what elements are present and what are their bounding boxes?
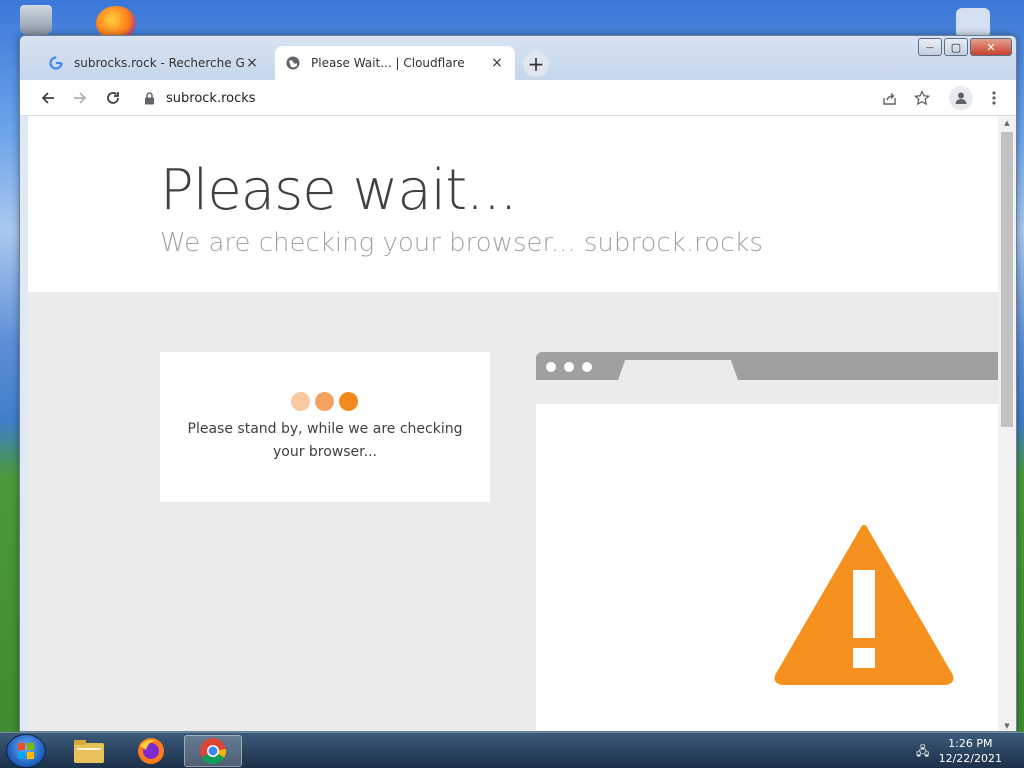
taskbar: 🖧 1:26 PM 12/22/2021 xyxy=(0,732,1024,768)
profile-button[interactable] xyxy=(949,86,973,110)
close-window-button[interactable]: ✕ xyxy=(970,38,1012,56)
tab-strip: subrocks.rock - Recherche Googl × Please… xyxy=(20,36,1016,80)
more-vertical-icon xyxy=(992,91,996,105)
loading-dot xyxy=(315,392,334,411)
back-button[interactable] xyxy=(36,86,60,110)
clock-time: 1:26 PM xyxy=(948,737,993,750)
forward-button[interactable] xyxy=(68,86,92,110)
vertical-scrollbar[interactable]: ▲ ▼ xyxy=(998,116,1016,731)
share-button[interactable] xyxy=(877,86,901,110)
scroll-down-arrow[interactable]: ▼ xyxy=(1001,722,1013,731)
illustration-dot xyxy=(564,362,574,372)
tab-title: subrocks.rock - Recherche Googl xyxy=(74,56,244,70)
clock[interactable]: 1:26 PM 12/22/2021 xyxy=(939,736,1002,766)
page-subtitle: We are checking your browser... subrock.… xyxy=(160,228,763,258)
page-body: Please stand by, while we are checking y… xyxy=(28,292,998,731)
taskbar-file-explorer[interactable] xyxy=(60,735,118,767)
taskbar-firefox[interactable] xyxy=(122,735,180,767)
browser-toolbar: subrock.rocks xyxy=(20,80,1016,116)
taskbar-chrome[interactable] xyxy=(184,735,242,767)
menu-button[interactable] xyxy=(982,86,1006,110)
browser-window: subrocks.rock - Recherche Googl × Please… xyxy=(19,35,1017,732)
globe-icon xyxy=(285,55,301,71)
recycle-bin-icon[interactable] xyxy=(20,5,52,35)
loading-dot xyxy=(339,392,358,411)
loading-dot xyxy=(291,392,310,411)
person-icon xyxy=(955,92,967,104)
tab-title: Please Wait... | Cloudflare xyxy=(311,56,465,70)
minimize-button[interactable]: — xyxy=(918,38,942,56)
arrow-left-icon xyxy=(41,92,54,104)
share-icon xyxy=(882,92,896,105)
start-button[interactable] xyxy=(6,734,46,768)
scroll-up-arrow[interactable]: ▲ xyxy=(1001,119,1013,129)
illustration-tab xyxy=(618,360,738,380)
file-explorer-icon xyxy=(74,740,104,763)
arrow-right-icon xyxy=(74,92,87,104)
illustration-titlebar xyxy=(536,352,998,380)
star-icon xyxy=(914,90,930,106)
page-header: Please wait... We are checking your brow… xyxy=(28,116,998,292)
close-tab-button[interactable]: × xyxy=(489,55,505,71)
url-text: subrock.rocks xyxy=(166,90,256,106)
browser-illustration xyxy=(536,352,998,731)
illustration-dot xyxy=(546,362,556,372)
reload-icon xyxy=(107,92,119,104)
bookmark-button[interactable] xyxy=(910,86,934,110)
illustration-content xyxy=(536,404,998,731)
close-tab-button[interactable]: × xyxy=(244,55,260,71)
page-title: Please wait... xyxy=(160,158,518,223)
windows-logo-icon xyxy=(18,743,34,759)
tab-google-search[interactable]: subrocks.rock - Recherche Googl × xyxy=(38,46,270,80)
chrome-icon xyxy=(200,738,227,765)
warning-icon xyxy=(774,525,954,685)
maximize-button[interactable]: ▢ xyxy=(944,38,968,56)
network-icon[interactable]: 🖧 xyxy=(916,742,932,758)
status-card: Please stand by, while we are checking y… xyxy=(160,352,490,502)
standby-message: Please stand by, while we are checking y… xyxy=(187,421,463,460)
firefox-icon xyxy=(138,738,164,764)
tab-cloudflare[interactable]: Please Wait... | Cloudflare × xyxy=(275,46,515,80)
clock-date: 12/22/2021 xyxy=(938,752,1002,765)
desktop-file-icon[interactable] xyxy=(956,8,990,38)
scroll-thumb[interactable] xyxy=(1001,132,1013,427)
lock-icon xyxy=(138,91,160,105)
loading-indicator xyxy=(291,392,358,411)
page-viewport: Please wait... We are checking your brow… xyxy=(28,116,998,731)
reload-button[interactable] xyxy=(101,86,125,110)
google-icon xyxy=(48,55,64,71)
new-tab-button[interactable]: + xyxy=(523,51,549,77)
illustration-dot xyxy=(582,362,592,372)
address-bar[interactable]: subrock.rocks xyxy=(138,85,968,111)
